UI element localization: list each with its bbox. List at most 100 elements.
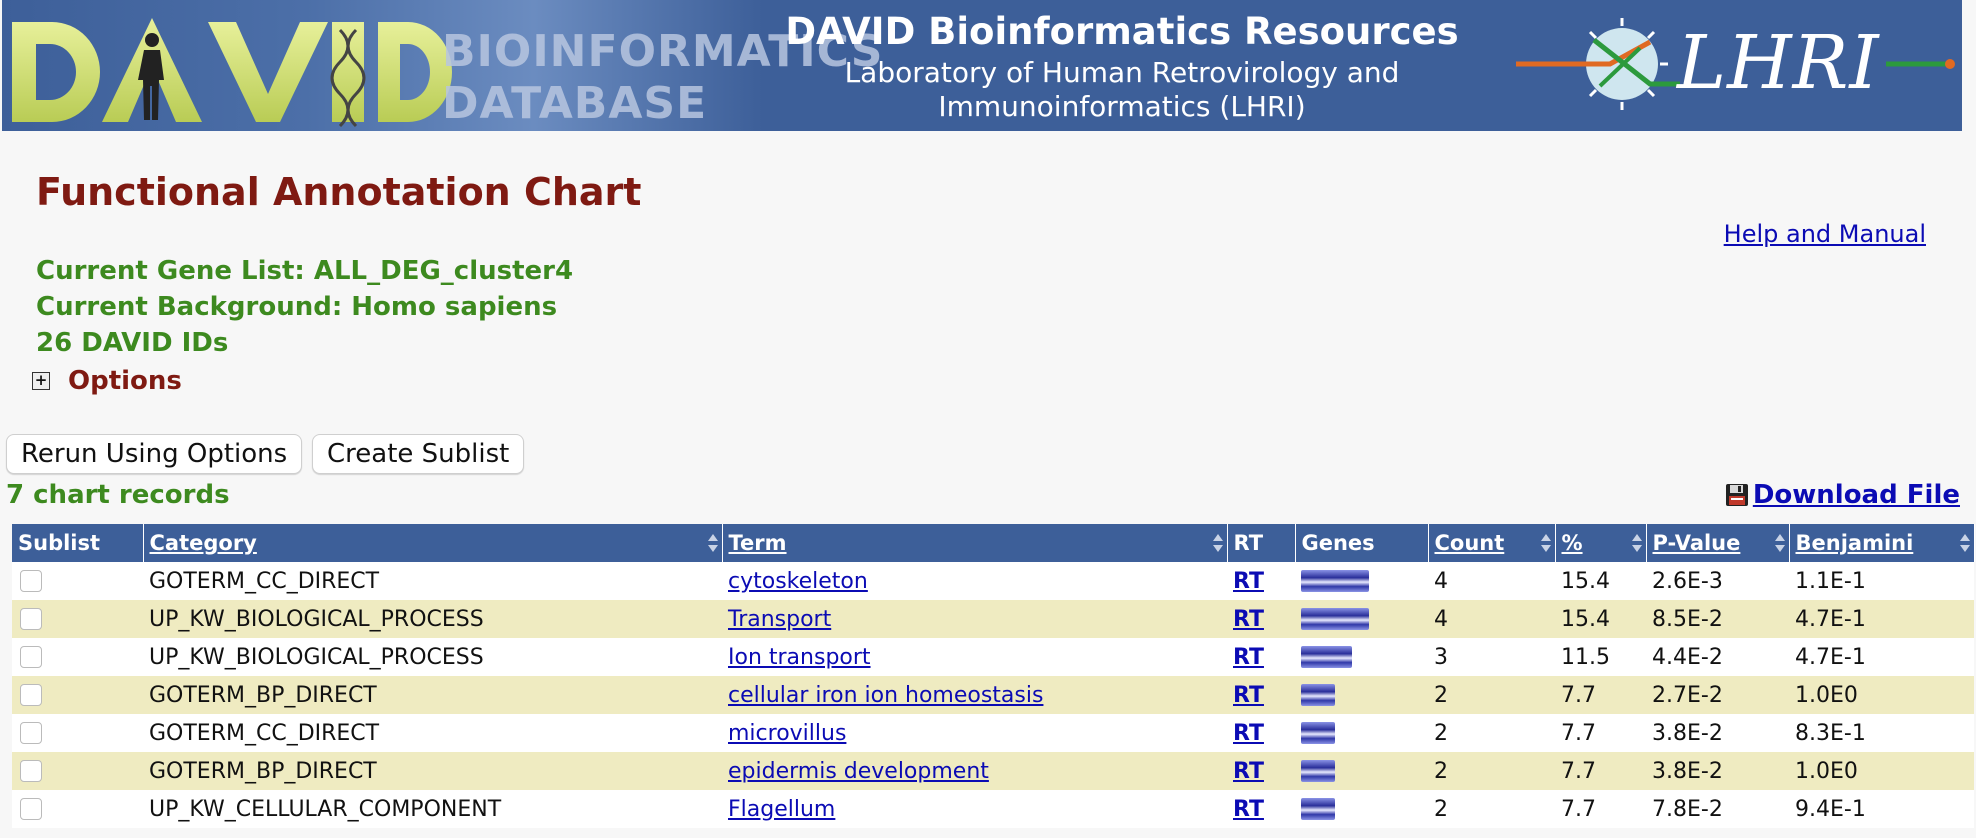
pvalue-cell: 7.8E-2 [1646, 790, 1789, 828]
sublist-cell [12, 714, 143, 752]
header-category[interactable]: Category [143, 524, 723, 562]
pvalue-cell: 3.8E-2 [1646, 752, 1789, 790]
banner-title: DAVID Bioinformatics Resources [785, 10, 1459, 53]
benjamini-cell: 8.3E-1 [1789, 714, 1974, 752]
percent-cell: 7.7 [1555, 752, 1646, 790]
sort-term-link[interactable]: Term [729, 531, 787, 555]
rt-cell: RT [1227, 790, 1295, 828]
term-cell: Ion transport [722, 638, 1227, 676]
category-cell: GOTERM_BP_DIRECT [143, 752, 722, 790]
term-cell: microvillus [722, 714, 1227, 752]
pvalue-cell: 2.6E-3 [1646, 562, 1789, 600]
benjamini-cell: 4.7E-1 [1789, 638, 1974, 676]
genes-cell [1295, 790, 1428, 828]
header-benjamini[interactable]: Benjamini [1789, 524, 1975, 562]
sort-percent-link[interactable]: % [1562, 531, 1583, 555]
term-link[interactable]: epidermis development [728, 759, 989, 784]
genes-bar[interactable] [1301, 570, 1369, 592]
header-sublist: Sublist [12, 524, 144, 562]
header-percent[interactable]: % [1555, 524, 1647, 562]
sort-arrows-icon[interactable] [1212, 534, 1223, 552]
header-count[interactable]: Count [1428, 524, 1556, 562]
create-sublist-button[interactable]: Create Sublist [312, 434, 525, 474]
genes-cell [1295, 638, 1428, 676]
sort-arrows-icon[interactable] [1631, 534, 1642, 552]
help-and-manual-link[interactable]: Help and Manual [1724, 220, 1926, 248]
genes-bar[interactable] [1301, 760, 1335, 782]
genes-cell [1295, 562, 1428, 600]
genes-bar[interactable] [1301, 608, 1369, 630]
sublist-checkbox[interactable] [20, 798, 42, 820]
sort-pvalue-link[interactable]: P-Value [1653, 531, 1741, 555]
rt-link[interactable]: RT [1233, 759, 1264, 784]
header-pvalue[interactable]: P-Value [1646, 524, 1790, 562]
options-label[interactable]: Options [68, 366, 182, 396]
plus-box-icon[interactable]: + [32, 372, 50, 390]
sort-arrows-icon[interactable] [1959, 534, 1970, 552]
table-header-row: Sublist Category Term RT Genes Count % P… [12, 524, 1975, 562]
category-cell: UP_KW_CELLULAR_COMPONENT [143, 790, 722, 828]
sublist-checkbox[interactable] [20, 722, 42, 744]
options-toggle[interactable]: + Options [32, 366, 182, 396]
count-cell: 2 [1428, 676, 1555, 714]
sort-arrows-icon[interactable] [707, 534, 718, 552]
percent-cell: 11.5 [1555, 638, 1646, 676]
term-link[interactable]: Flagellum [728, 797, 835, 822]
term-link[interactable]: Transport [728, 607, 831, 632]
term-link[interactable]: cellular iron ion homeostasis [728, 683, 1043, 708]
term-cell: epidermis development [722, 752, 1227, 790]
sublist-checkbox[interactable] [20, 608, 42, 630]
sublist-cell [12, 562, 143, 600]
sublist-cell [12, 676, 143, 714]
sort-arrows-icon[interactable] [1774, 534, 1785, 552]
rt-link[interactable]: RT [1233, 797, 1264, 822]
count-cell: 2 [1428, 714, 1555, 752]
floppy-disk-icon[interactable] [1725, 483, 1749, 507]
genes-bar[interactable] [1301, 798, 1335, 820]
count-cell: 3 [1428, 638, 1555, 676]
genes-cell [1295, 600, 1428, 638]
rt-cell: RT [1227, 600, 1295, 638]
lab-line-1: Laboratory of Human Retrovirology and [844, 56, 1400, 89]
term-link[interactable]: microvillus [728, 721, 846, 746]
table-row: UP_KW_CELLULAR_COMPONENT Flagellum RT 2 7.7 7… [12, 790, 1974, 828]
banner-lab-name: Laboratory of Human Retrovirology and Im… [762, 56, 1482, 124]
rt-cell: RT [1227, 638, 1295, 676]
sort-arrows-icon[interactable] [1540, 534, 1551, 552]
term-cell: cellular iron ion homeostasis [722, 676, 1227, 714]
genes-bar[interactable] [1301, 684, 1335, 706]
percent-cell: 7.7 [1555, 714, 1646, 752]
download-file-label[interactable]: Download File [1753, 480, 1960, 510]
lhri-logo-text: LHRI [1677, 20, 1880, 106]
current-gene-list: Current Gene List: ALL_DEG_cluster4 [36, 256, 574, 286]
rt-link[interactable]: RT [1233, 683, 1264, 708]
sublist-checkbox[interactable] [20, 570, 42, 592]
sublist-checkbox[interactable] [20, 646, 42, 668]
rt-link[interactable]: RT [1233, 721, 1264, 746]
genes-bar[interactable] [1301, 646, 1352, 668]
rt-link[interactable]: RT [1233, 569, 1264, 594]
sublist-checkbox[interactable] [20, 684, 42, 706]
chart-records-count: 7 chart records [6, 480, 230, 510]
rt-link[interactable]: RT [1233, 645, 1264, 670]
sort-category-link[interactable]: Category [150, 531, 257, 555]
genes-bar[interactable] [1301, 722, 1335, 744]
term-link[interactable]: cytoskeleton [728, 569, 868, 594]
table-row: GOTERM_BP_DIRECT cellular iron ion homeos… [12, 676, 1974, 714]
rt-link[interactable]: RT [1233, 607, 1264, 632]
lab-line-2: Immunoinformatics (LHRI) [938, 90, 1306, 123]
download-file-link[interactable]: Download File [1725, 480, 1960, 510]
sublist-checkbox[interactable] [20, 760, 42, 782]
count-cell: 4 [1428, 600, 1555, 638]
sort-count-link[interactable]: Count [1435, 531, 1505, 555]
category-cell: GOTERM_CC_DIRECT [143, 562, 722, 600]
term-cell: cytoskeleton [722, 562, 1227, 600]
term-link[interactable]: Ion transport [728, 645, 871, 670]
page-title: Functional Annotation Chart [36, 170, 642, 214]
sort-benjamini-link[interactable]: Benjamini [1796, 531, 1914, 555]
header-term[interactable]: Term [722, 524, 1228, 562]
rerun-using-options-button[interactable]: Rerun Using Options [6, 434, 303, 474]
benjamini-cell: 1.0E0 [1789, 752, 1974, 790]
sublist-cell [12, 752, 143, 790]
count-cell: 4 [1428, 562, 1555, 600]
